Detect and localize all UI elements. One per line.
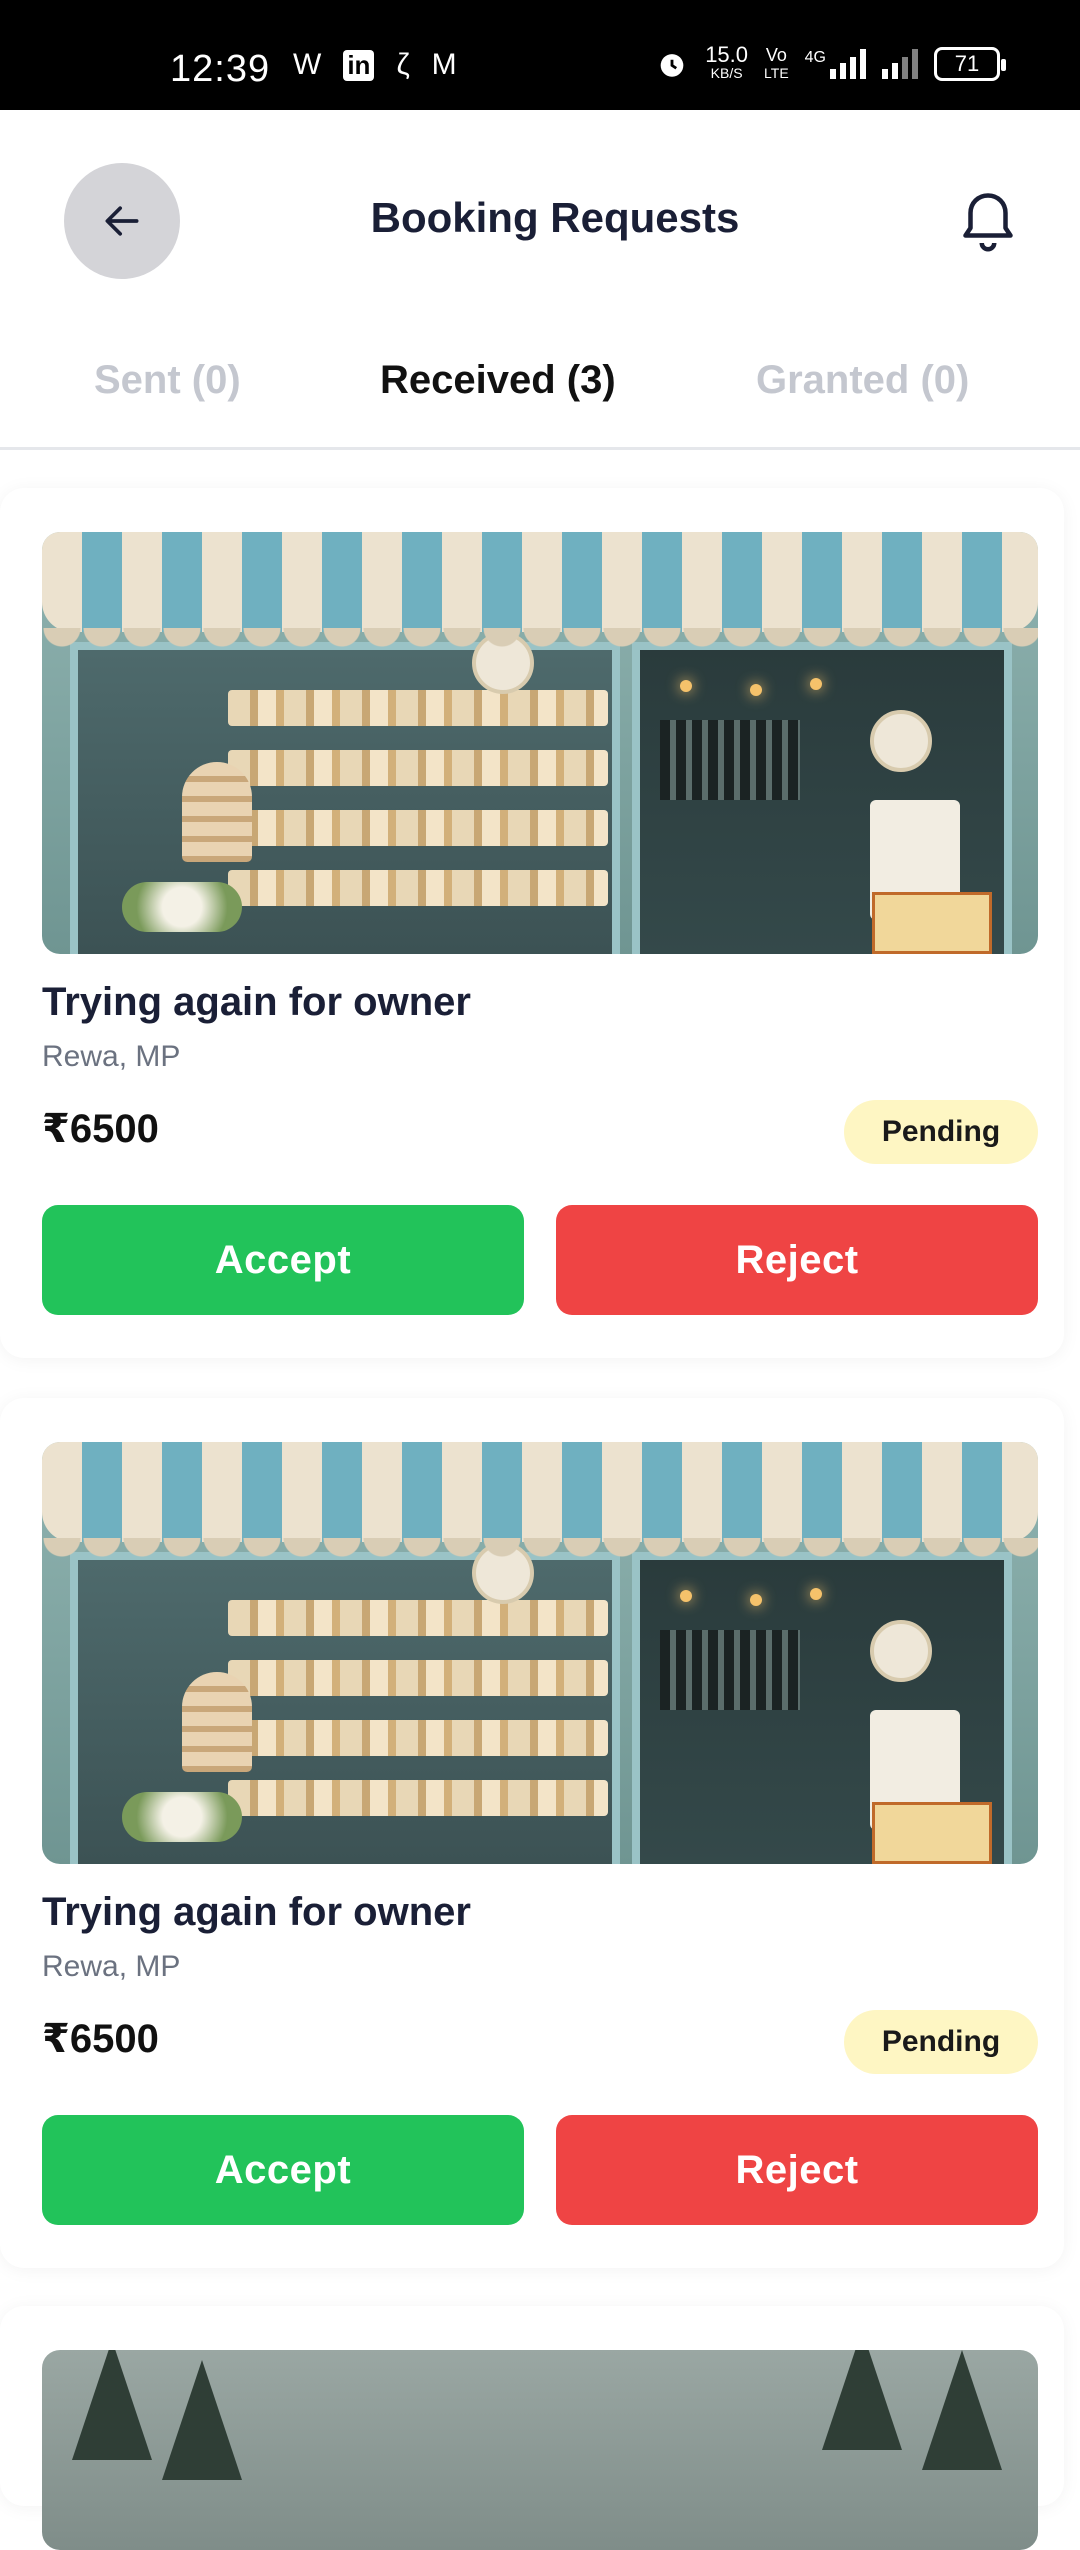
listing-title: Trying again for owner xyxy=(42,1890,471,1934)
tab-received[interactable]: Received (3) xyxy=(380,358,616,403)
booking-card[interactable] xyxy=(0,2306,1064,2550)
status-time: 12:39 xyxy=(170,48,271,90)
listing-image xyxy=(42,532,1038,954)
reject-button[interactable]: Reject xyxy=(556,2115,1038,2225)
booking-card[interactable]: Trying again for owner Rewa, MP ₹6500 Pe… xyxy=(0,1398,1064,2268)
listing-price: ₹6500 xyxy=(42,2017,159,2061)
notification-icons: W in ζ M xyxy=(293,48,457,82)
app-notification-icon: W xyxy=(293,48,322,81)
listing-location: Rewa, MP xyxy=(42,1950,181,1983)
gmail-icon: M xyxy=(431,48,457,81)
signal-icon-2 xyxy=(882,49,918,79)
alarm-icon xyxy=(660,54,684,77)
battery-icon: 71 xyxy=(934,47,1006,81)
tab-granted[interactable]: Granted (0) xyxy=(756,358,969,403)
notifications-button[interactable] xyxy=(958,188,1018,258)
listing-title: Trying again for owner xyxy=(42,980,471,1024)
net-speed: 15.0 KB/S xyxy=(705,42,749,82)
accept-button[interactable]: Accept xyxy=(42,1205,524,1315)
status-badge: Pending xyxy=(844,1100,1038,1164)
booking-card[interactable]: Trying again for owner Rewa, MP ₹6500 Pe… xyxy=(0,488,1064,1358)
status-bar: 12:39 W in ζ M 15.0 KB/S Vo LTE 4G 71 xyxy=(0,0,1080,110)
signal-icon-1: 4G xyxy=(805,49,866,79)
listing-image xyxy=(42,2350,1038,2550)
listing-location: Rewa, MP xyxy=(42,1040,181,1073)
system-status-icons: 15.0 KB/S Vo LTE 4G 71 xyxy=(655,42,1006,82)
volte-indicator: Vo LTE xyxy=(764,45,789,81)
app-header: Booking Requests xyxy=(0,110,1080,330)
listing-image xyxy=(42,1442,1038,1864)
page-title: Booking Requests xyxy=(370,194,740,241)
status-badge: Pending xyxy=(844,2010,1038,2074)
bolt-app-icon: ζ xyxy=(396,48,410,81)
bell-icon xyxy=(963,193,1013,252)
listing-price: ₹6500 xyxy=(42,1107,159,1151)
linkedin-icon: in xyxy=(343,49,375,81)
booking-tabs: Sent (0) Received (3) Granted (0) xyxy=(0,330,1080,450)
reject-button[interactable]: Reject xyxy=(556,1205,1038,1315)
accept-button[interactable]: Accept xyxy=(42,2115,524,2225)
tab-sent[interactable]: Sent (0) xyxy=(94,358,241,403)
